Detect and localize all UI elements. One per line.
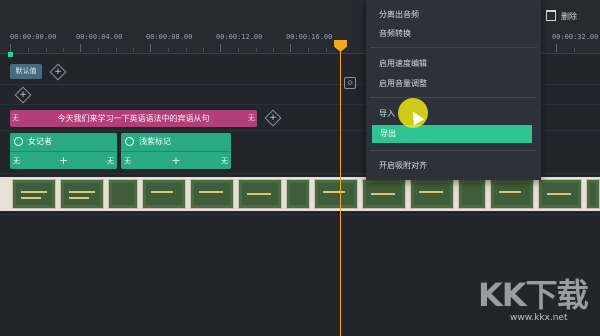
add-subtitle-icon[interactable]: +: [264, 109, 282, 127]
ruler-tick: [10, 44, 11, 52]
add-track-icon[interactable]: +: [14, 86, 32, 104]
ruler-tick: [574, 48, 575, 52]
video-thumbnail: [586, 179, 600, 209]
menu-item-import[interactable]: 导入: [366, 105, 541, 123]
tick-label: 00:00:32.00: [552, 33, 599, 41]
anim-left-edge[interactable]: 无: [124, 152, 131, 170]
track-divider: [0, 214, 600, 215]
trash-icon[interactable]: [546, 10, 556, 21]
video-thumbnail: [490, 179, 534, 209]
sparkle-icon: [125, 137, 134, 146]
tick-label: 00:00:04.00: [76, 33, 123, 41]
tick-label: 00:00:00.00: [10, 33, 57, 41]
subtitle-clip[interactable]: 无 今天我们来学习一下英语语法中的宾语从句 无: [10, 110, 257, 127]
subtitle-right-edge[interactable]: 无: [248, 110, 255, 127]
person-icon: [14, 137, 23, 146]
video-thumbnail: [108, 179, 138, 209]
ruler-tick: [290, 44, 291, 52]
ruler-tick: [186, 48, 187, 52]
tick-label: 00:00:16.00: [286, 33, 333, 41]
anim-right-edge[interactable]: 无: [107, 152, 114, 170]
video-thumbnail: [142, 179, 186, 209]
add-keyframe-icon[interactable]: +: [59, 152, 68, 170]
add-track-icon[interactable]: +: [49, 63, 67, 81]
menu-item-export[interactable]: 导出: [372, 125, 532, 143]
anim-left-edge[interactable]: 无: [13, 152, 20, 170]
ruler-tick: [256, 48, 257, 52]
menu-separator: [370, 47, 537, 48]
ruler-tick: [98, 48, 99, 52]
video-thumbnail: [12, 179, 56, 209]
context-menu: 分离出音频 音频转换 启用速度编辑 启用音量调整 导入 导出 开启吸附对齐: [366, 0, 541, 180]
ruler-tick: [203, 48, 204, 52]
ruler-tick: [28, 48, 29, 52]
ruler-tick: [80, 44, 81, 52]
ruler-tick: [116, 48, 117, 52]
ruler-tick: [46, 48, 47, 52]
split-icon[interactable]: ⟐: [344, 77, 356, 89]
ruler-tick: [220, 44, 221, 52]
menu-item-speed-edit[interactable]: 启用速度编辑: [366, 55, 541, 73]
ruler-tick: [308, 48, 309, 52]
video-thumbnail: [60, 179, 104, 209]
anim-right-edge[interactable]: 无: [221, 152, 228, 170]
subtitle-text: 今天我们来学习一下英语语法中的宾语从句: [57, 114, 210, 123]
video-thumbnail: [458, 179, 486, 209]
video-thumbnail: [314, 179, 358, 209]
anim-clip-label: 浅紫标记: [139, 137, 171, 146]
default-clip[interactable]: 默认值: [10, 64, 42, 79]
menu-item-separate-audio[interactable]: 分离出音频: [366, 6, 541, 24]
video-thumbnail: [410, 179, 454, 209]
tick-label: 00:00:12.00: [216, 33, 263, 41]
video-thumbnail: [286, 179, 310, 209]
video-thumbnail: [238, 179, 282, 209]
anim-clip-label: 女记者: [28, 137, 52, 146]
video-thumbnail: [538, 179, 582, 209]
video-thumbnail: [190, 179, 234, 209]
menu-item-audio-convert[interactable]: 音频转换: [366, 25, 541, 43]
ruler-tick: [63, 48, 64, 52]
playhead-line[interactable]: [340, 46, 341, 336]
menu-item-snap-align[interactable]: 开启吸附对齐: [366, 157, 541, 175]
ruler-tick: [133, 48, 134, 52]
watermark: KK下载 www.kkx.net: [470, 270, 592, 330]
menu-item-volume-adjust[interactable]: 启用音量调整: [366, 75, 541, 93]
ruler-tick: [150, 44, 151, 52]
ruler-tick: [556, 44, 557, 52]
ruler-tick: [273, 48, 274, 52]
anim-clip[interactable]: 浅紫标记 无 + 无: [121, 133, 231, 169]
menu-separator: [370, 150, 537, 151]
ruler-tick: [238, 48, 239, 52]
video-thumbnail: [362, 179, 406, 209]
ruler-tick: [168, 48, 169, 52]
tick-label: 00:00:08.00: [146, 33, 193, 41]
timeline-start-marker: [8, 52, 13, 57]
subtitle-left-edge[interactable]: 无: [12, 110, 19, 127]
add-keyframe-icon[interactable]: +: [171, 152, 180, 170]
video-track[interactable]: [0, 177, 600, 211]
anim-clip[interactable]: 女记者 无 + 无: [10, 133, 117, 169]
watermark-url: www.kkx.net: [510, 313, 568, 323]
watermark-logo: KK下载: [478, 276, 589, 314]
delete-button[interactable]: 删除: [561, 11, 577, 22]
ruler-tick: [326, 48, 327, 52]
menu-separator: [370, 97, 537, 98]
